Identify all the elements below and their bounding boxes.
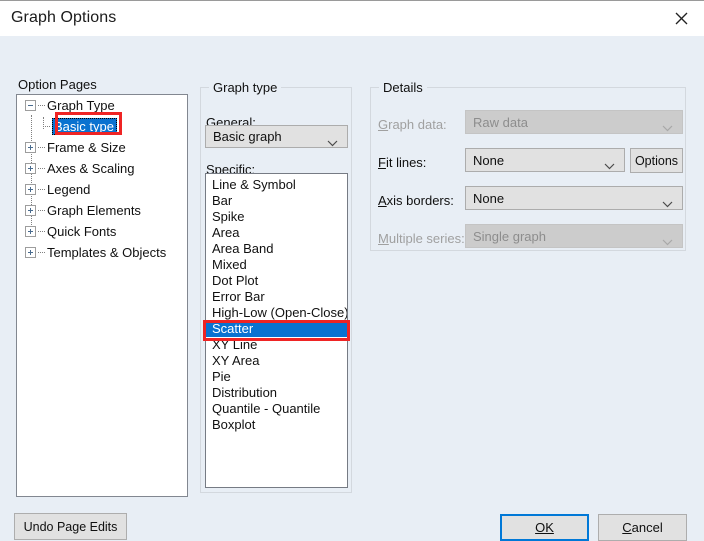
undo-button-label: Undo Page Edits [23, 519, 118, 534]
dialog-title: Graph Options [11, 9, 117, 26]
options-button-label: Options [634, 153, 679, 168]
tree-dash-icon [38, 104, 45, 107]
tree-dash-icon [38, 188, 45, 191]
chevron-down-icon [662, 120, 673, 135]
tree-node-label: Graph Type [47, 98, 115, 113]
collapse-minus-icon[interactable] [25, 100, 36, 111]
tree-dash-icon [38, 209, 45, 212]
sidebar-item-legend[interactable]: Legend [17, 179, 187, 200]
list-item[interactable]: Error Bar [206, 289, 347, 305]
expand-plus-icon[interactable] [25, 247, 36, 258]
fit-lines-select[interactable]: None [465, 148, 625, 172]
graph-type-group-label: Graph type [209, 80, 282, 95]
axis-borders-select[interactable]: None [465, 186, 683, 210]
tree-dash-icon [43, 125, 50, 128]
expand-plus-icon[interactable] [25, 226, 36, 237]
tree-node-label: Quick Fonts [47, 224, 117, 239]
ok-button[interactable]: OK [500, 514, 589, 541]
ok-button-label: OK [535, 520, 554, 535]
list-item[interactable]: Dot Plot [206, 273, 347, 289]
option-pages-label: Option Pages [18, 77, 97, 92]
list-item[interactable]: Mixed [206, 257, 347, 273]
fit-lines-label: Fit lines: [378, 155, 427, 170]
list-item[interactable]: Boxplot [206, 417, 347, 433]
multiple-series-label: Multiple series: [378, 231, 465, 246]
fit-lines-options-button[interactable]: Options [630, 148, 683, 173]
sidebar-item-axes-scaling[interactable]: Axes & Scaling [17, 158, 187, 179]
list-item[interactable]: XY Line [206, 337, 347, 353]
list-item[interactable]: Bar [206, 193, 347, 209]
expand-plus-icon[interactable] [25, 142, 36, 153]
list-item[interactable]: Distribution [206, 385, 347, 401]
graph-data-label: Graph data: [378, 117, 447, 132]
list-item[interactable]: High-Low (Open-Close) [206, 305, 347, 321]
list-item[interactable]: Line & Symbol [206, 177, 347, 193]
details-group-label: Details [379, 80, 427, 95]
sidebar-item-quick-fonts[interactable]: Quick Fonts [17, 221, 187, 242]
chevron-down-icon [604, 158, 615, 173]
tree-node-label: Frame & Size [47, 140, 126, 155]
expand-plus-icon[interactable] [25, 205, 36, 216]
axis-borders-label: Axis borders: [378, 193, 454, 208]
fit-lines-value: None [473, 152, 505, 168]
sidebar-item-templates-objects[interactable]: Templates & Objects [17, 242, 187, 263]
dialog-body: Option Pages Graph Type Basic type Frame… [0, 36, 704, 541]
list-item-selected-scatter[interactable]: Scatter [206, 321, 347, 337]
list-item[interactable]: XY Area [206, 353, 347, 369]
expand-plus-icon[interactable] [25, 163, 36, 174]
expand-plus-icon[interactable] [25, 184, 36, 195]
tree-node-label: Legend [47, 182, 91, 197]
tree-dash-icon [38, 230, 45, 233]
sidebar-item-basic-type[interactable]: Basic type [17, 116, 187, 137]
multiple-series-value: Single graph [473, 228, 546, 244]
cancel-button[interactable]: Cancel [598, 514, 687, 541]
chevron-down-icon [662, 196, 673, 211]
undo-page-edits-button[interactable]: Undo Page Edits [14, 513, 127, 540]
chevron-down-icon [662, 234, 673, 249]
dialog-titlebar: Graph Options [0, 0, 704, 36]
graph-data-value: Raw data [473, 114, 528, 130]
chevron-down-icon [327, 135, 338, 150]
specific-graph-type-listbox[interactable]: Line & Symbol Bar Spike Area Area Band M… [205, 173, 348, 488]
general-graph-type-select[interactable]: Basic graph [205, 125, 348, 148]
tree-node-label: Axes & Scaling [47, 161, 135, 176]
list-item[interactable]: Quantile - Quantile [206, 401, 347, 417]
axis-borders-value: None [473, 190, 505, 206]
option-pages-tree[interactable]: Graph Type Basic type Frame & Size Axes … [16, 94, 188, 497]
sidebar-item-graph-type[interactable]: Graph Type [17, 95, 187, 116]
tree-node-label-selected: Basic type [52, 118, 117, 135]
cancel-button-label: Cancel [622, 520, 663, 535]
sidebar-item-frame-size[interactable]: Frame & Size [17, 137, 187, 158]
list-item[interactable]: Area [206, 225, 347, 241]
general-selected-value: Basic graph [213, 129, 282, 144]
list-item[interactable]: Pie [206, 369, 347, 385]
list-item[interactable]: Area Band [206, 241, 347, 257]
tree-dash-icon [38, 146, 45, 149]
tree-dash-icon [38, 167, 45, 170]
graph-data-select: Raw data [465, 110, 683, 134]
list-item[interactable]: Spike [206, 209, 347, 225]
multiple-series-select: Single graph [465, 224, 683, 248]
close-icon[interactable] [658, 1, 704, 36]
tree-node-label: Graph Elements [47, 203, 141, 218]
tree-dash-icon [38, 251, 45, 254]
tree-node-label: Templates & Objects [47, 245, 167, 260]
sidebar-item-graph-elements[interactable]: Graph Elements [17, 200, 187, 221]
